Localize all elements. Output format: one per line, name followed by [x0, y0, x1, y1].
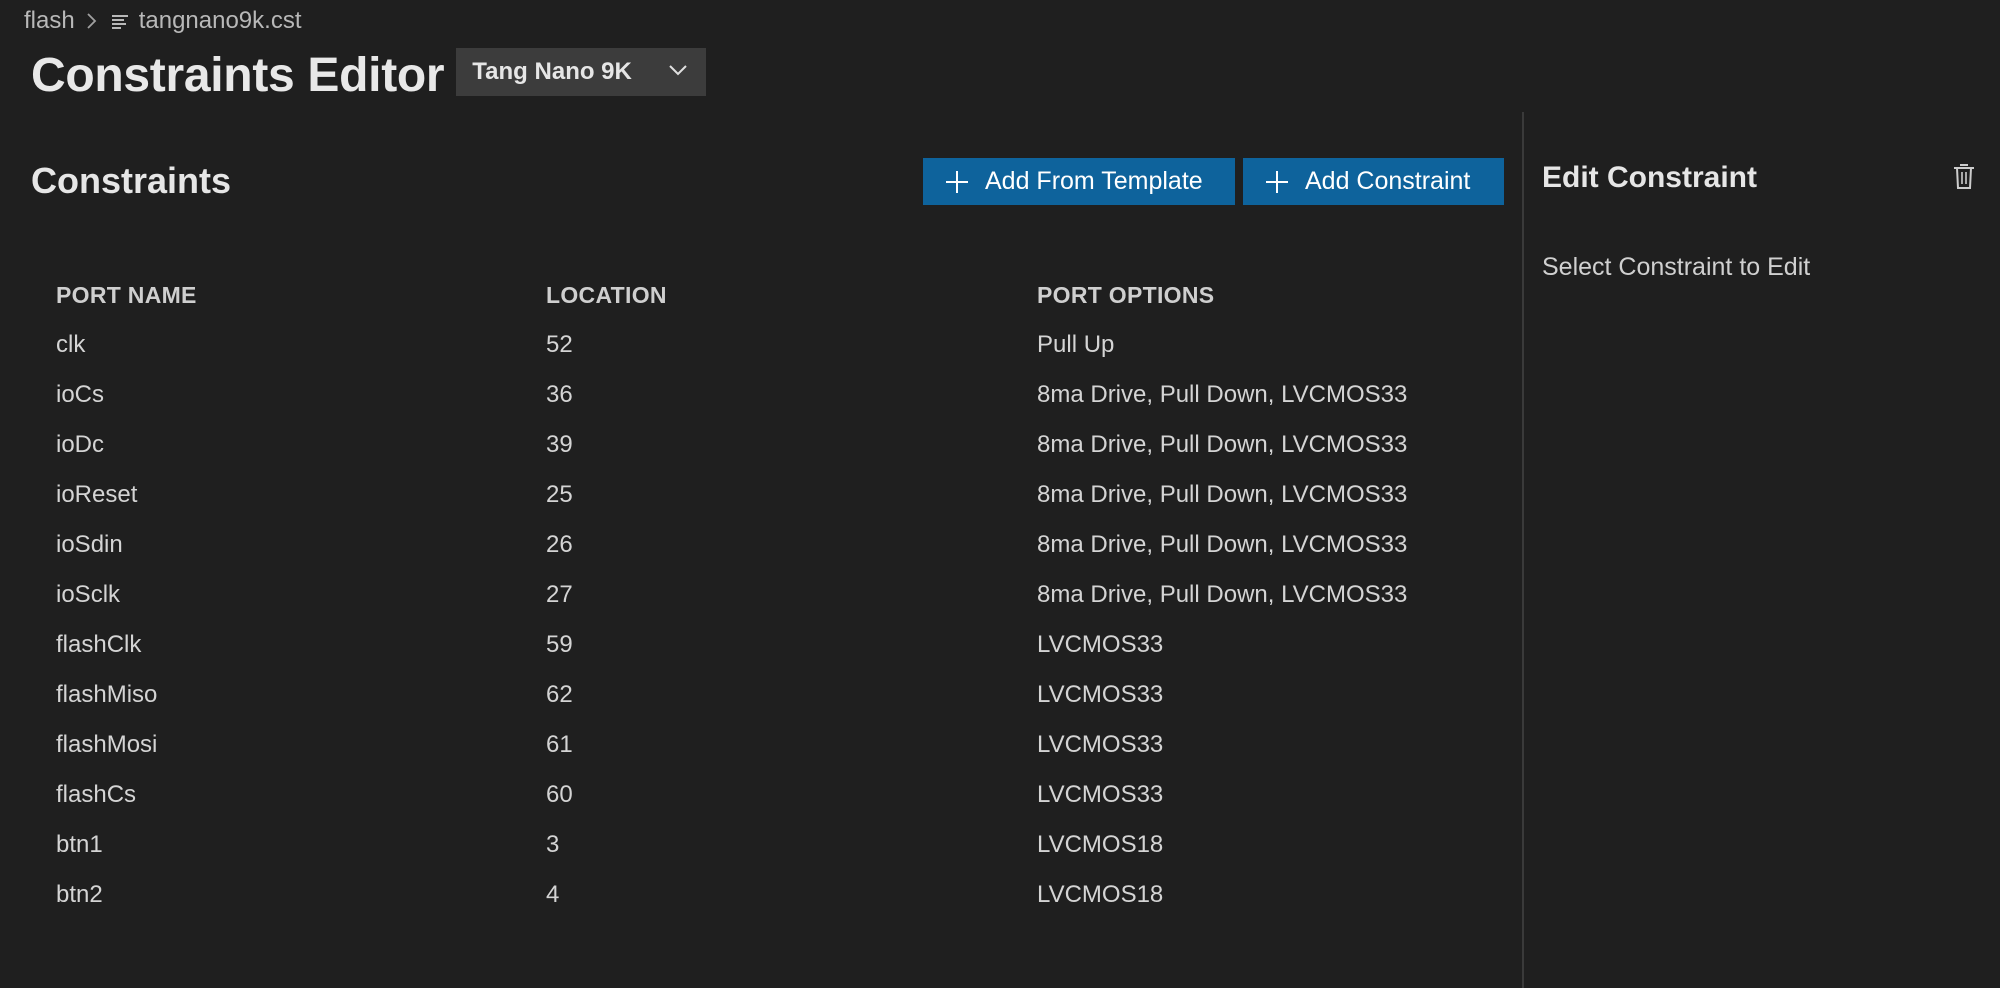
- constraints-section-title: Constraints: [31, 160, 232, 201]
- location-cell: 59: [546, 631, 573, 658]
- table-row[interactable]: ioCs 36 8ma Drive, Pull Down, LVCMOS33: [0, 372, 1500, 422]
- add-constraint-label: Add Constraint: [1305, 167, 1471, 195]
- port-name-cell: ioReset: [56, 481, 138, 508]
- location-cell: 25: [546, 481, 573, 508]
- port-options-cell: LVCMOS33: [1037, 681, 1164, 708]
- port-options-cell: 8ma Drive, Pull Down, LVCMOS33: [1037, 431, 1408, 458]
- constraints-table: clk 52 Pull Up ioCs 36 8ma Drive, Pull D…: [0, 322, 1500, 922]
- location-cell: 52: [546, 331, 573, 358]
- table-row[interactable]: ioDc 39 8ma Drive, Pull Down, LVCMOS33: [0, 422, 1500, 472]
- port-options-cell: LVCMOS33: [1037, 781, 1164, 808]
- location-cell: 62: [546, 681, 573, 708]
- location-cell: 36: [546, 381, 573, 408]
- port-options-cell: LVCMOS33: [1037, 631, 1164, 658]
- table-row[interactable]: flashMiso 62 LVCMOS33: [0, 672, 1500, 722]
- table-row[interactable]: flashMosi 61 LVCMOS33: [0, 722, 1500, 772]
- table-row[interactable]: flashCs 60 LVCMOS33: [0, 772, 1500, 822]
- column-header-port-name: PORT NAME: [56, 282, 197, 308]
- port-name-cell: btn1: [56, 831, 103, 858]
- port-name-cell: ioDc: [56, 431, 105, 458]
- column-header-location: LOCATION: [546, 282, 667, 308]
- port-options-cell: LVCMOS18: [1037, 881, 1164, 908]
- breadcrumb-folder[interactable]: flash: [24, 7, 75, 35]
- plus-icon: [945, 170, 969, 194]
- add-from-template-button[interactable]: Add From Template: [923, 158, 1235, 205]
- breadcrumb: flash tangnano9k.cst: [24, 6, 302, 36]
- trash-icon[interactable]: [1952, 162, 1976, 190]
- add-constraint-button[interactable]: Add Constraint: [1243, 158, 1504, 205]
- board-select[interactable]: Tang Nano 9K: [456, 47, 707, 96]
- port-options-cell: LVCMOS33: [1037, 731, 1164, 758]
- port-name-cell: ioCs: [56, 381, 105, 408]
- location-cell: 60: [546, 781, 573, 808]
- chevron-right-icon: [85, 12, 97, 30]
- edit-constraint-title: Edit Constraint: [1542, 161, 1757, 194]
- table-row[interactable]: ioSclk 27 8ma Drive, Pull Down, LVCMOS33: [0, 572, 1500, 622]
- port-options-cell: Pull Up: [1037, 331, 1115, 358]
- port-options-cell: 8ma Drive, Pull Down, LVCMOS33: [1037, 381, 1408, 408]
- location-cell: 39: [546, 431, 573, 458]
- port-options-cell: LVCMOS18: [1037, 831, 1164, 858]
- panel-divider[interactable]: [1522, 112, 1524, 988]
- breadcrumb-file[interactable]: tangnano9k.cst: [139, 7, 302, 35]
- column-header-port-options: PORT OPTIONS: [1037, 282, 1215, 308]
- table-row[interactable]: clk 52 Pull Up: [0, 322, 1500, 372]
- port-name-cell: flashClk: [56, 631, 142, 658]
- port-name-cell: flashMiso: [56, 681, 158, 708]
- location-cell: 4: [546, 881, 560, 908]
- port-options-cell: 8ma Drive, Pull Down, LVCMOS33: [1037, 581, 1408, 608]
- edit-constraint-hint: Select Constraint to Edit: [1542, 253, 1811, 281]
- table-row[interactable]: btn1 3 LVCMOS18: [0, 822, 1500, 872]
- table-row[interactable]: flashClk 59 LVCMOS33: [0, 622, 1500, 672]
- port-name-cell: ioSclk: [56, 581, 121, 608]
- table-row[interactable]: ioReset 25 8ma Drive, Pull Down, LVCMOS3…: [0, 472, 1500, 522]
- header: Constraints Editor Tang Nano 9K: [31, 47, 707, 103]
- plus-icon: [1265, 170, 1289, 194]
- table-row[interactable]: ioSdin 26 8ma Drive, Pull Down, LVCMOS33: [0, 522, 1500, 572]
- location-cell: 26: [546, 531, 573, 558]
- location-cell: 61: [546, 731, 573, 758]
- add-from-template-label: Add From Template: [985, 167, 1203, 195]
- port-options-cell: 8ma Drive, Pull Down, LVCMOS33: [1037, 531, 1408, 558]
- port-name-cell: ioSdin: [56, 531, 123, 558]
- table-row[interactable]: btn2 4 LVCMOS18: [0, 872, 1500, 922]
- port-name-cell: clk: [56, 331, 86, 358]
- port-options-cell: 8ma Drive, Pull Down, LVCMOS33: [1037, 481, 1408, 508]
- file-lines-icon: [111, 12, 129, 30]
- port-name-cell: flashMosi: [56, 731, 158, 758]
- board-select-value: Tang Nano 9K: [472, 57, 632, 85]
- port-name-cell: flashCs: [56, 781, 137, 808]
- location-cell: 27: [546, 581, 573, 608]
- chevron-down-icon: [668, 63, 688, 81]
- port-name-cell: btn2: [56, 881, 103, 908]
- page-title: Constraints Editor: [31, 49, 445, 102]
- location-cell: 3: [546, 831, 560, 858]
